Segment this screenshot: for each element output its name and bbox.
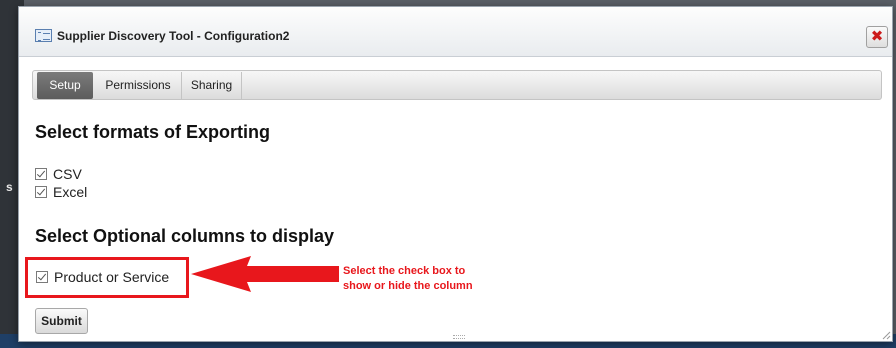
csv-checkbox[interactable] [35,168,47,180]
csv-option[interactable]: CSV [35,166,82,182]
submit-button[interactable]: Submit [35,308,88,334]
annotation-line-2: show or hide the column [343,280,473,292]
csv-label: CSV [53,166,82,182]
annotation-line-1: Select the check box to [343,265,466,277]
tab-setup[interactable]: Setup [37,72,93,99]
excel-checkbox[interactable] [35,186,47,198]
configuration-dialog: Supplier Discovery Tool - Configuration2… [18,6,893,342]
close-button[interactable]: ✖ [866,26,888,48]
excel-option[interactable]: Excel [35,184,87,200]
excel-label: Excel [53,184,88,200]
tab-permissions[interactable]: Permissions [95,72,182,99]
background-text-fragment: s [6,180,13,194]
export-formats-heading: Select formats of Exporting [35,122,271,142]
drag-grip[interactable] [453,335,465,339]
annotation-callout: Select the check box to show or hide the… [343,264,473,294]
window-icon [35,29,52,42]
annotation-arrow-icon [191,256,339,292]
optional-columns-heading: Select Optional columns to display [35,226,335,246]
resize-grip-icon[interactable] [881,330,891,340]
tab-sharing[interactable]: Sharing [182,72,242,99]
tab-bar: Setup Permissions Sharing [32,70,882,100]
product-or-service-checkbox[interactable] [36,271,48,283]
product-or-service-label: Product or Service [54,269,170,285]
dialog-titlebar[interactable]: Supplier Discovery Tool - Configuration2… [19,7,892,57]
dialog-title: Supplier Discovery Tool - Configuration2 [57,29,290,43]
product-or-service-option[interactable]: Product or Service [36,269,169,285]
